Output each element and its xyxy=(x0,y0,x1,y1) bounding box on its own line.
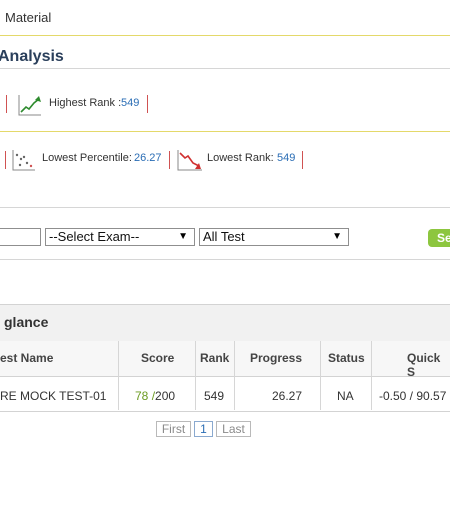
score-total: 200 xyxy=(155,389,176,403)
analysis-title: Analysis xyxy=(0,48,64,65)
pagination-page-1[interactable]: 1 xyxy=(194,421,213,437)
cell-status: NA xyxy=(337,389,354,403)
divider xyxy=(0,207,450,208)
analysis-title-underline xyxy=(0,68,450,69)
chevron-down-icon: ▼ xyxy=(332,231,342,242)
lowest-rank-value: 549 xyxy=(277,152,296,164)
search-text-input[interactable] xyxy=(0,228,41,246)
exam-select-value: --Select Exam-- xyxy=(49,229,140,244)
stat-divider xyxy=(147,95,148,113)
cell-score: 78 /200 xyxy=(135,389,175,403)
divider xyxy=(0,259,450,260)
test-select[interactable]: All Test ▼ xyxy=(199,228,349,246)
cell-test-name[interactable]: RE MOCK TEST-01 xyxy=(0,389,106,403)
cell-progress: 26.27 xyxy=(272,389,303,403)
col-header-rank[interactable]: Rank xyxy=(200,351,229,365)
lowest-percentile-label: Lowest Percentile: xyxy=(42,152,132,164)
col-header-status[interactable]: Status xyxy=(328,351,365,365)
exam-select[interactable]: --Select Exam-- ▼ xyxy=(45,228,195,246)
rank-down-chart-icon xyxy=(177,149,202,171)
col-header-quick[interactable]: Quick S xyxy=(407,351,450,379)
highest-rank-value: 549 xyxy=(121,97,140,109)
col-header-score[interactable]: Score xyxy=(141,351,174,365)
cell-quick: -0.50 / 90.57 xyxy=(379,389,447,403)
test-select-value: All Test xyxy=(203,229,245,244)
pagination-first[interactable]: First xyxy=(156,421,191,437)
stat-divider xyxy=(5,151,6,169)
stat-divider xyxy=(169,151,170,169)
lowest-percentile-value: 26.27 xyxy=(134,152,162,164)
stat-divider xyxy=(6,95,7,113)
pagination-last[interactable]: Last xyxy=(216,421,251,437)
search-button[interactable]: Se xyxy=(428,229,450,247)
score-obtained: 78 xyxy=(135,389,149,403)
col-header-progress[interactable]: Progress xyxy=(250,351,302,365)
cell-rank: 549 xyxy=(204,389,225,403)
glance-header xyxy=(0,304,450,342)
rank-up-chart-icon xyxy=(18,94,42,116)
chevron-down-icon: ▼ xyxy=(178,231,188,242)
glance-title: glance xyxy=(4,314,49,330)
divider xyxy=(0,131,450,132)
highest-rank-label: Highest Rank : xyxy=(49,97,122,109)
percentile-scatter-icon xyxy=(12,149,36,171)
lowest-rank-label: Lowest Rank: xyxy=(207,152,274,164)
col-header-test-name[interactable]: est Name xyxy=(0,351,53,365)
material-link[interactable]: Material xyxy=(5,10,51,25)
divider xyxy=(0,35,450,36)
stat-divider xyxy=(302,151,303,169)
